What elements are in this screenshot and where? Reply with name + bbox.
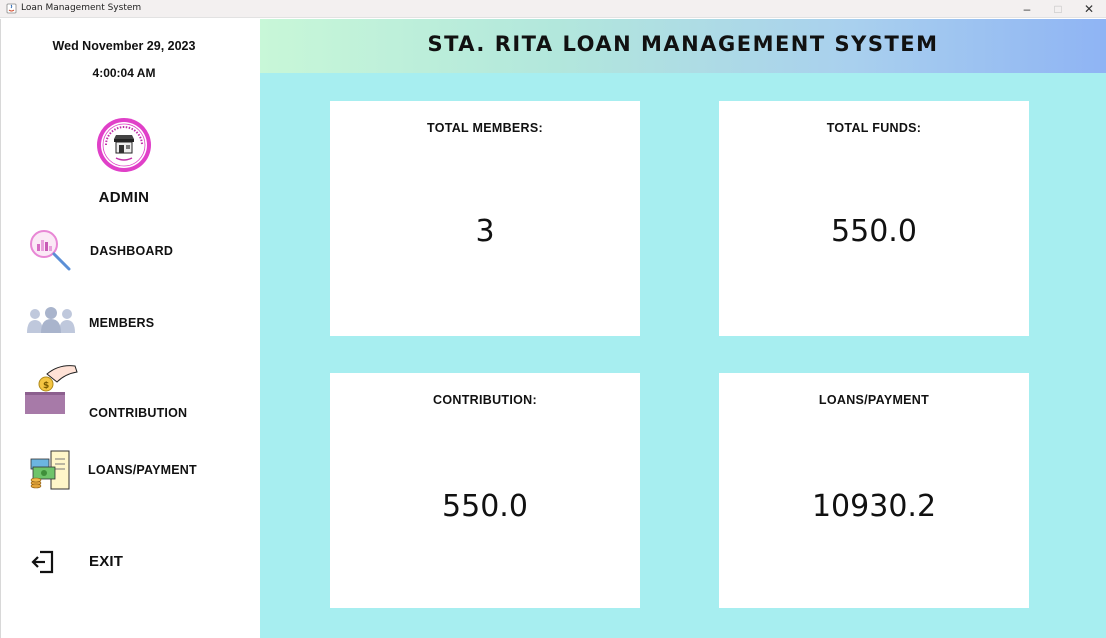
current-time: 4:00:04 AM: [92, 66, 156, 80]
sidebar-item-label: DASHBOARD: [90, 244, 174, 258]
loans-payment-card: LOANS/PAYMENT 10930.2: [719, 373, 1029, 608]
app-header: STA. RITA LOAN MANAGEMENT SYSTEM: [260, 19, 1106, 73]
window-title: Loan Management System: [21, 3, 142, 13]
sidebar: Wed November 29, 2023 4:00:04 AM ADMIN D…: [0, 19, 260, 638]
dashboard-panel: TOTAL MEMBERS: 3 TOTAL FUNDS: 550.0 CONT…: [260, 73, 1106, 638]
svg-text:$: $: [43, 381, 49, 391]
total-members-card: TOTAL MEMBERS: 3: [330, 101, 640, 336]
user-role-label: ADMIN: [98, 189, 150, 206]
page-title: STA. RITA LOAN MANAGEMENT SYSTEM: [427, 32, 939, 56]
sidebar-item-loans-payment[interactable]: LOANS/PAYMENT: [1, 444, 251, 498]
magnifier-chart-icon: [30, 230, 71, 271]
contribution-card: CONTRIBUTION: 550.0: [330, 373, 640, 608]
total-funds-card: TOTAL FUNDS: 550.0: [719, 101, 1029, 336]
card-value: 10930.2: [811, 489, 937, 524]
money-receipt-icon: [30, 450, 70, 490]
current-date: Wed November 29, 2023: [52, 39, 196, 53]
java-app-icon: [6, 3, 17, 14]
card-value: 550.0: [831, 214, 917, 249]
exit-button[interactable]: EXIT: [1, 541, 251, 595]
card-title: TOTAL FUNDS:: [826, 121, 922, 135]
sidebar-item-label: CONTRIBUTION: [89, 406, 188, 420]
sidebar-item-label: MEMBERS: [89, 316, 155, 330]
window-titlebar: Loan Management System – □ ✕: [0, 0, 1106, 18]
store-seal-logo: [97, 118, 151, 172]
sidebar-item-contribution[interactable]: $ CONTRIBUTION: [1, 362, 251, 420]
card-title: CONTRIBUTION:: [433, 393, 537, 407]
sidebar-item-label: LOANS/PAYMENT: [88, 463, 197, 477]
minimize-button[interactable]: –: [1011, 0, 1043, 18]
exit-icon: [31, 550, 54, 574]
card-title: TOTAL MEMBERS:: [426, 121, 543, 135]
card-value: 550.0: [442, 489, 528, 524]
coin-box-icon: $: [25, 365, 78, 414]
people-group-icon: [27, 307, 75, 333]
card-title: LOANS/PAYMENT: [818, 393, 930, 407]
sidebar-item-dashboard[interactable]: DASHBOARD: [1, 227, 251, 281]
close-button[interactable]: ✕: [1073, 0, 1105, 18]
card-value: 3: [475, 214, 495, 249]
sidebar-item-members[interactable]: MEMBERS: [1, 299, 251, 353]
maximize-button[interactable]: □: [1042, 0, 1074, 18]
exit-label: EXIT: [89, 553, 124, 570]
